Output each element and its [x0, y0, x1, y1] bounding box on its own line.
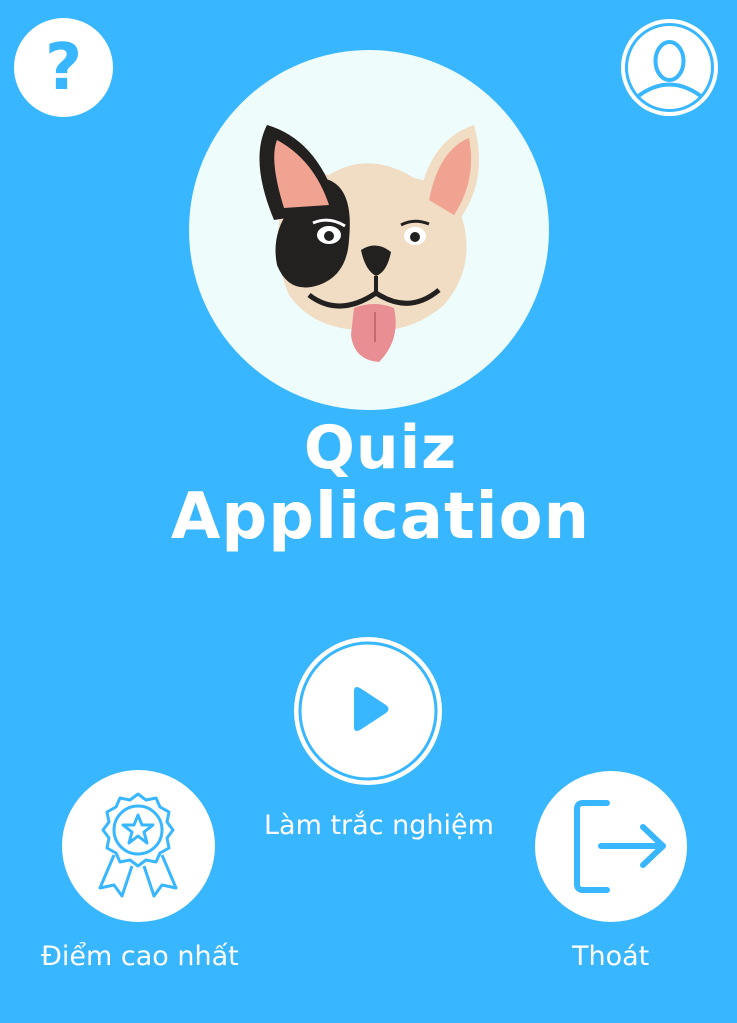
start-quiz-button[interactable] — [292, 635, 444, 787]
app-title-line-1: Quiz — [303, 413, 458, 483]
profile-button[interactable] — [619, 17, 720, 118]
help-button[interactable]: ? — [14, 18, 113, 117]
start-quiz-label: Làm trắc nghiệm — [264, 810, 494, 841]
exit-button[interactable] — [535, 771, 687, 922]
high-score-button[interactable] — [62, 770, 215, 922]
high-score-label: Điểm cao nhất — [41, 941, 239, 972]
exit-label: Thoát — [572, 941, 650, 972]
app-logo — [189, 50, 549, 410]
award-ribbon-icon — [98, 792, 178, 898]
dog-face-icon — [259, 125, 479, 362]
user-icon — [621, 19, 718, 116]
app-title-line-2: Application — [170, 480, 591, 554]
play-icon — [294, 637, 442, 785]
question-icon: ? — [44, 30, 83, 105]
exit-icon — [574, 800, 666, 893]
